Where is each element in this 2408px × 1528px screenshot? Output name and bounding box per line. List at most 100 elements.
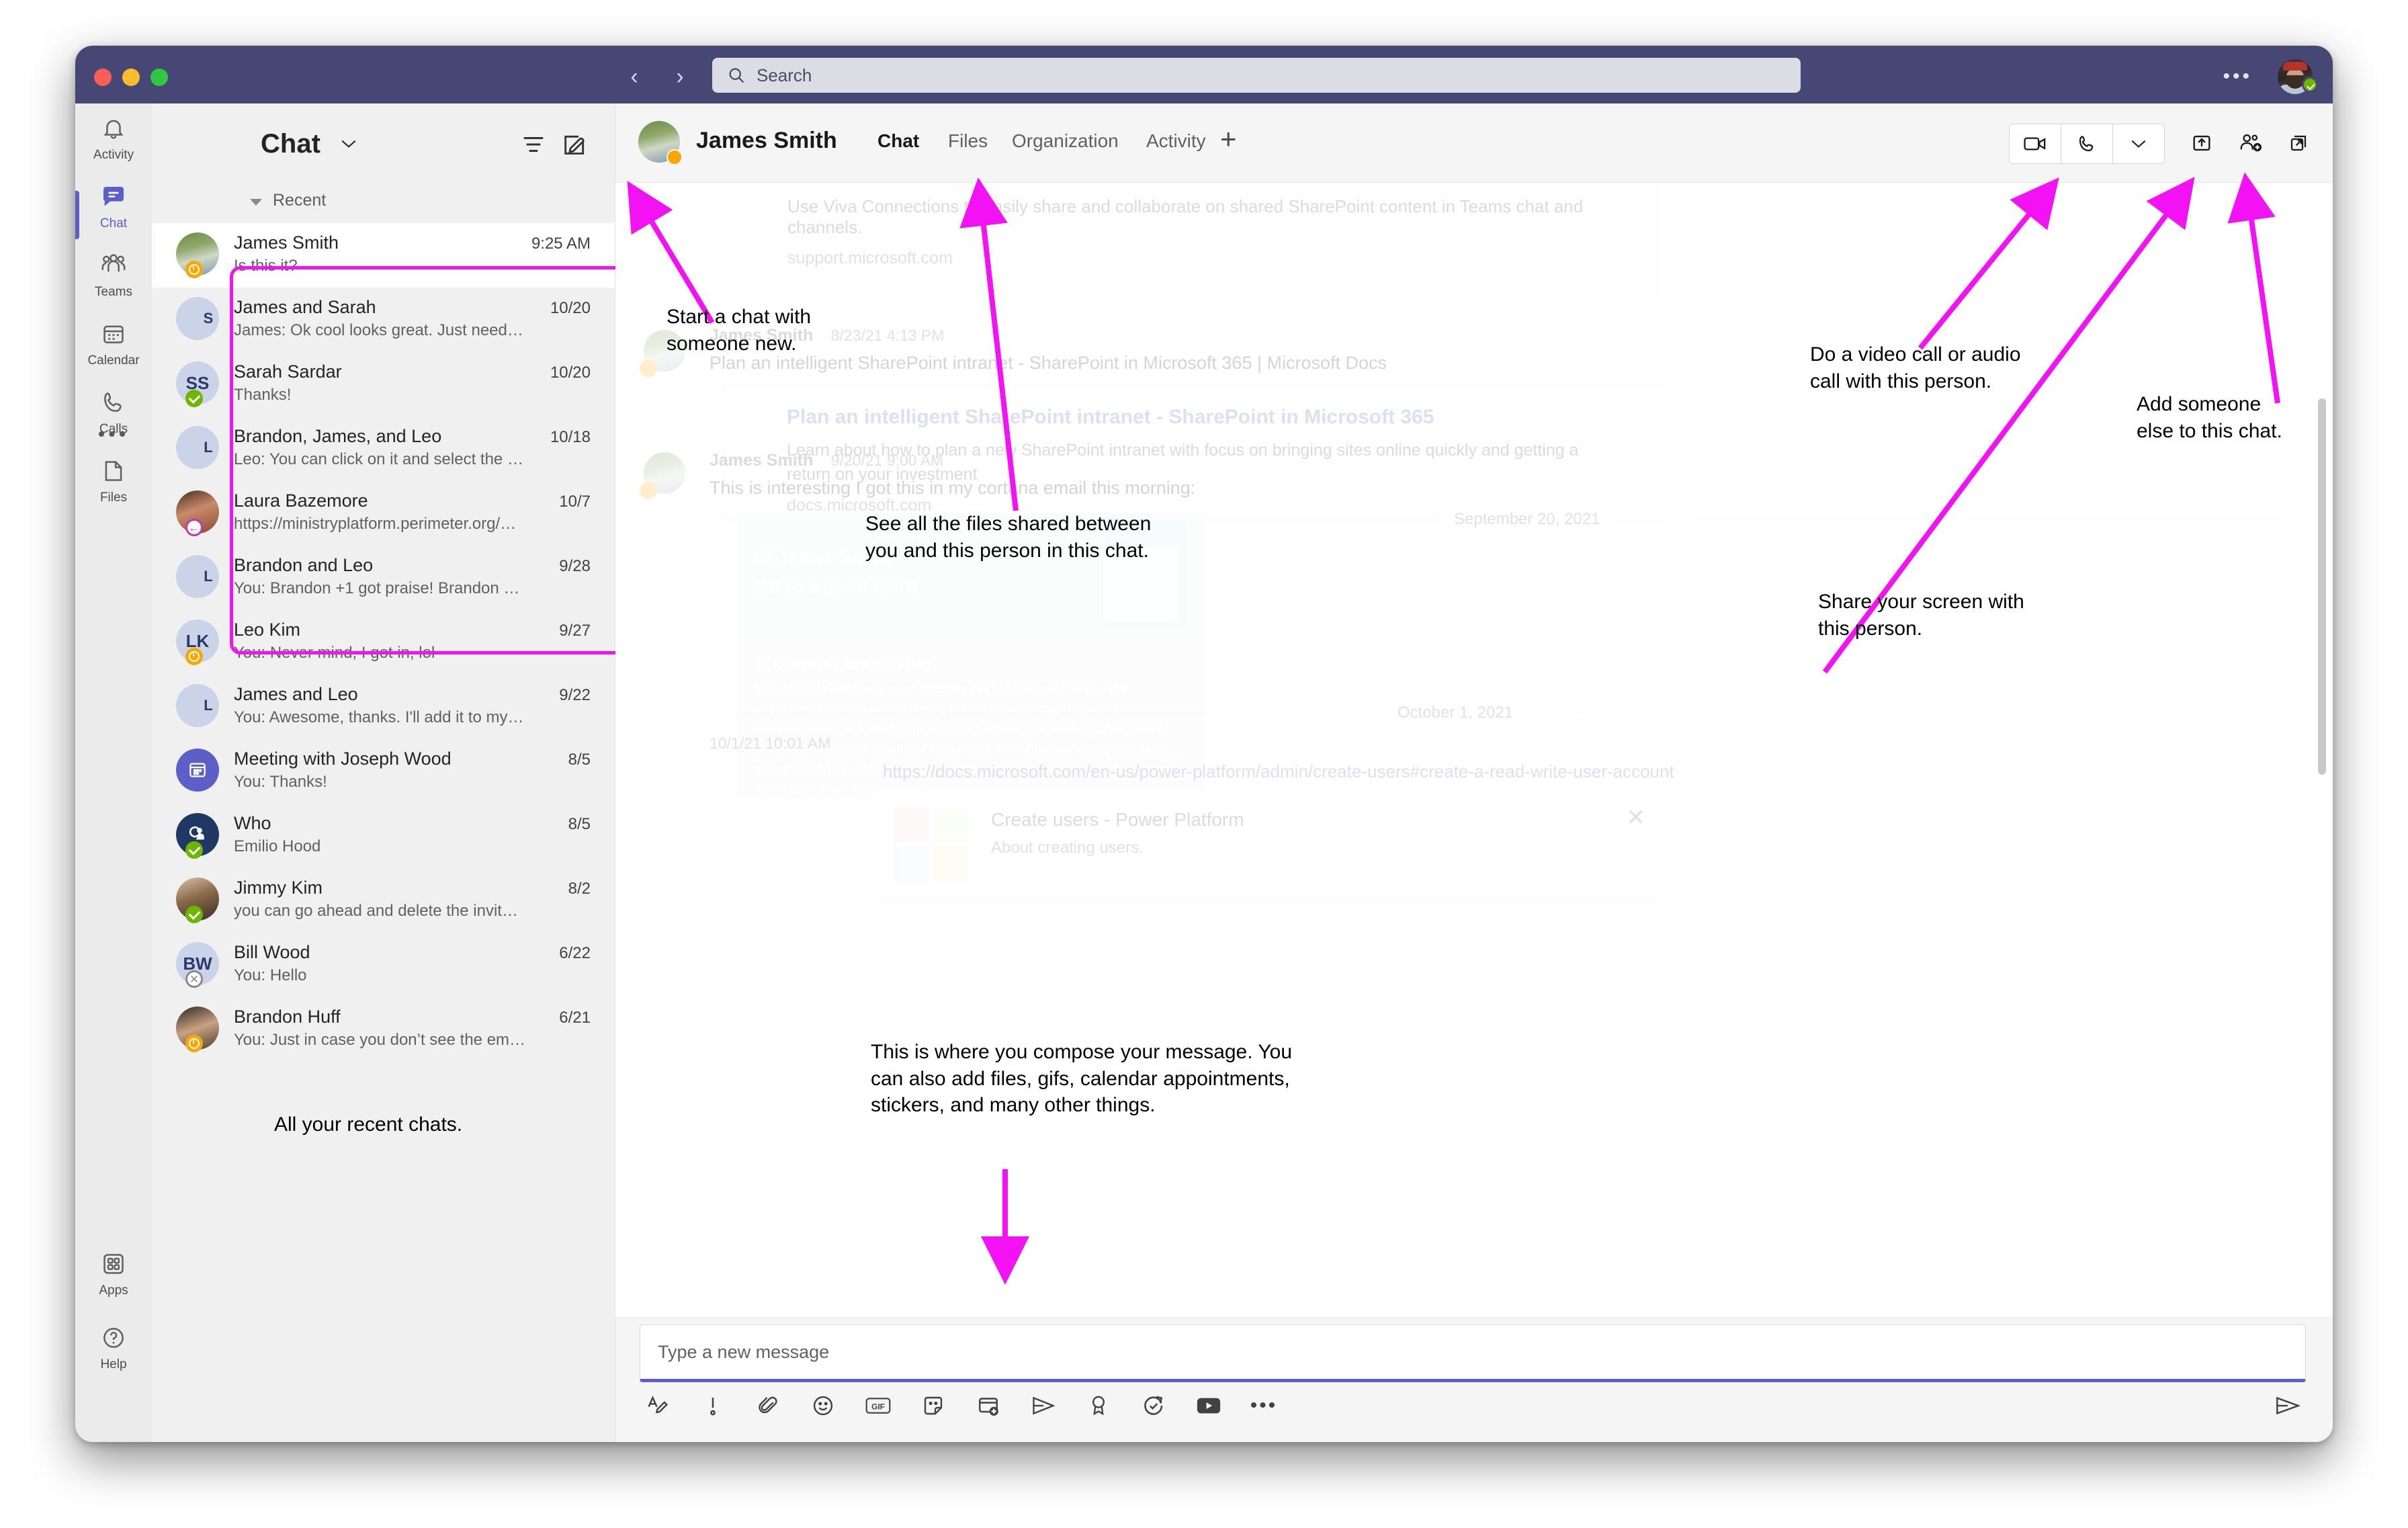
chat-list-item[interactable]: ← Laura Bazemore https://ministryplatform.… [152,481,615,546]
recent-section-header[interactable]: Recent [152,187,615,222]
chat-item-timestamp: 10/20 [550,299,591,317]
format-text-icon[interactable] [642,1390,673,1421]
svg-text:GIF: GIF [871,1402,885,1412]
filter-icon[interactable] [521,133,548,160]
pop-out-icon[interactable] [2279,124,2318,163]
file-icon [75,453,152,489]
window-close-button[interactable] [94,69,112,86]
video-call-icon[interactable] [2010,124,2061,163]
message-link[interactable]: https://docs.microsoft.com/en-us/power-p… [883,761,1674,782]
schedule-meeting-icon[interactable] [973,1390,1004,1421]
rail-label: Teams [95,285,132,299]
calendar-icon [75,316,152,352]
chat-list-item[interactable]: L Brandon and Leo You: Brandon +1 got prai… [152,546,615,610]
chat-list-item[interactable]: BW ✕ Bill Wood You: Hello 6/22 [152,933,615,997]
chevron-down-icon[interactable] [2112,124,2164,163]
link-card-title: Plan an intelligent SharePoint intranet … [787,406,1434,428]
chat-list-item[interactable]: Who Emilio Hood 8/5 [152,804,615,868]
message-text: Plan an intelligent SharePoint intranet … [710,353,1387,373]
chat-list-item[interactable]: LK Leo Kim You: Never mind, I got in, lol 9… [152,610,615,675]
message-transcript[interactable]: Use Viva Connections to easily share and… [615,183,2333,1326]
chat-list-item[interactable]: Brandon Huff You: Just in case you don’t … [152,997,615,1062]
chat-header: James Smith Chat Files Organization Acti… [615,103,2333,183]
share-screen-icon[interactable] [2182,124,2221,163]
apps-grid-icon [75,1246,152,1282]
annotation-files-tab: See all the files shared between you and… [865,513,1152,562]
search-input[interactable]: Search [712,58,1801,93]
forward-button[interactable]: › [666,63,693,90]
chat-list-item[interactable]: S James and Sarah James: Ok cool looks gre… [152,288,615,352]
chat-item-timestamp: 8/5 [568,815,591,833]
chat-list-item[interactable]: SS Sarah Sardar Thanks! 10/20 [152,352,615,417]
chat-item-name: James Smith [234,232,339,253]
chat-item-timestamp: 8/5 [568,751,591,769]
send-icon[interactable] [2272,1390,2303,1421]
chat-list-item[interactable]: L James and Leo You: Awesome, thanks. I'll… [152,675,615,739]
rail-item-calendar[interactable]: Calendar [75,316,152,388]
link-card-top[interactable]: Use Viva Connections to easily share and… [723,183,1658,296]
chat-list-item[interactable]: James Smith Is this it? 9:25 AM [152,223,615,288]
chat-list[interactable]: James Smith Is this it? 9:25 AM S James and … [152,223,615,1062]
chat-list-panel: Chat Recent James Smith Is this it? 9:25 A… [152,103,656,1442]
presence-badge-away [640,482,657,499]
chat-list-item[interactable]: Jimmy Kim you can go ahead and delete the… [152,868,615,933]
window-minimize-button[interactable] [122,69,140,86]
rail-item-files[interactable]: Files [75,453,152,525]
chat-item-timestamp: 9/22 [559,686,591,704]
youtube-icon[interactable] [1193,1390,1224,1421]
praise-icon[interactable] [1083,1390,1114,1421]
approvals-icon[interactable] [1138,1390,1169,1421]
more-options-icon[interactable]: ••• [1248,1390,1279,1421]
audio-call-icon[interactable] [2061,124,2112,163]
message-input[interactable]: Type a new message [640,1324,2306,1382]
emoji-icon[interactable] [808,1390,838,1421]
presence-badge-available [185,390,203,407]
chat-item-timestamp: 10/20 [550,364,591,382]
link-card-power-platform[interactable]: Create users - Power Platform About crea… [872,788,1666,901]
more-horizontal-icon[interactable]: ••• [2223,67,2252,87]
rail-item-chat[interactable]: Chat [75,179,152,251]
new-chat-icon[interactable] [561,132,591,161]
message-text: This is interesting I got this in my cor… [710,478,1196,498]
rail-item-activity[interactable]: Activity [75,110,152,183]
attach-file-icon[interactable] [752,1390,783,1421]
chat-list-item[interactable]: Meeting with Joseph Wood You: Thanks! 8/5 [152,739,615,804]
chat-list-item[interactable]: L Brandon, James, and Leo Leo: You can cli… [152,417,615,481]
chat-item-preview: You: Thanks! [234,773,327,791]
date-divider-label: September 20, 2021 [1442,510,1612,529]
more-apps-icon[interactable]: ••• [75,411,152,458]
chat-item-preview: Leo: You can click on it and select the … [234,450,527,468]
rail-item-help[interactable]: Help [75,1320,152,1392]
sticker-icon[interactable] [918,1390,949,1421]
avatar [176,749,219,792]
call-button-group [2009,124,2165,164]
search-placeholder: Search [757,65,812,85]
close-icon[interactable]: ✕ [1627,806,1646,829]
chat-item-name: Brandon and Leo [234,555,374,575]
chat-item-preview: you can go ahead and delete the invite t… [234,902,527,920]
tab-chat[interactable]: Chat [877,130,919,152]
window-maximize-button[interactable] [150,69,168,86]
back-button[interactable]: ‹ [621,63,648,90]
link-card-description: About creating users. [991,839,1144,857]
annotation-video-call: Do a video call or audio call with this … [1810,343,2021,392]
gif-icon[interactable]: GIF [863,1390,894,1421]
plus-icon[interactable]: + [1220,125,1237,153]
date-divider-line [1576,713,2282,714]
chevron-down-icon[interactable] [340,138,357,153]
transcript-scrollbar[interactable] [2318,398,2326,775]
add-people-icon[interactable] [2232,124,2271,163]
tab-files[interactable]: Files [948,130,988,152]
rail-item-teams[interactable]: Teams [75,247,152,320]
message-timestamp: 10/1/21 10:01 AM [710,734,831,752]
avatar: L [176,555,219,598]
important-icon[interactable] [697,1390,728,1421]
stream-icon[interactable] [1028,1390,1059,1421]
annotation-recent-chats: All your recent chats. [274,1113,463,1136]
tab-organization[interactable]: Organization [1012,130,1119,152]
rail-item-apps[interactable]: Apps [75,1246,152,1318]
rail-label: Files [99,491,128,505]
tab-activity[interactable]: Activity [1146,130,1206,152]
help-circle-icon [75,1320,152,1356]
presence-badge-away [185,1035,203,1052]
